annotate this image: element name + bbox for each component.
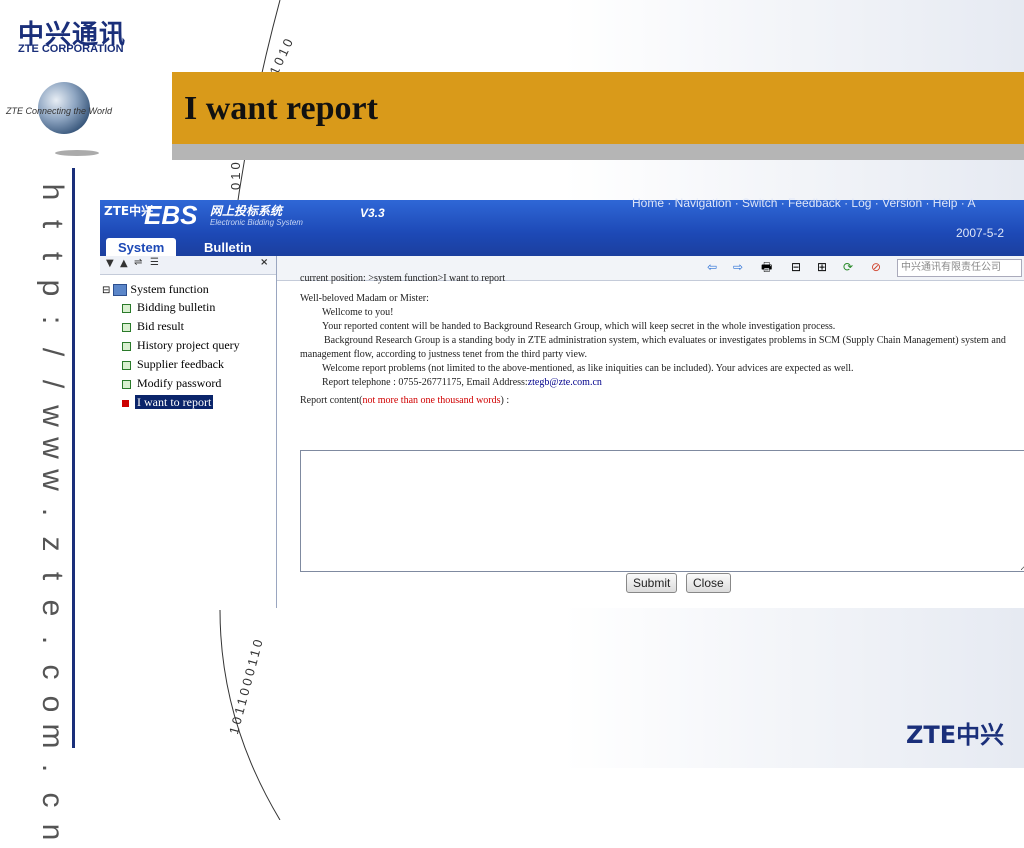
tree-item[interactable]: Bid result <box>122 319 184 334</box>
report-content-label: Report content(not more than one thousan… <box>300 395 510 406</box>
app-name: EBS <box>144 200 198 230</box>
app-header: ZTE中兴 EBS 网上投标系统 Electronic Bidding Syst… <box>100 196 1024 256</box>
url-char: : <box>36 315 69 325</box>
paragraph-5: Report telephone : 0755-26771175, Email … <box>300 376 1024 390</box>
tagline: ZTE Connecting the World <box>6 106 113 116</box>
email-link[interactable]: ztegb@zte.com.cn <box>528 377 602 388</box>
title-shadow <box>172 144 1024 160</box>
url-char: w <box>36 469 69 491</box>
slide-title: I want report <box>184 90 378 127</box>
url-char: z <box>36 536 69 552</box>
report-textarea[interactable] <box>300 450 1024 572</box>
paragraph-3: Background Research Group is a standing … <box>300 335 1006 360</box>
collapse-icon[interactable]: ⊟ <box>102 285 110 296</box>
paragraph-1: Wellcome to you! <box>322 307 394 318</box>
tree-item-label: I want to report <box>135 395 214 409</box>
url-char: w <box>36 405 69 427</box>
url-char: c <box>36 664 69 680</box>
url-char: t <box>36 219 69 229</box>
footer-logo: ZTE中兴 <box>906 721 1005 749</box>
report-content-area: current position: >system function>I wan… <box>300 272 1024 408</box>
list-icon[interactable]: ☰ <box>150 257 159 268</box>
app-name-cn: 网上投标系统 <box>210 204 283 218</box>
top-nav-links[interactable]: Home · Navigation · Switch · Feedback · … <box>632 196 975 210</box>
page-icon <box>122 341 131 351</box>
close-icon[interactable]: × <box>260 257 268 268</box>
tree-root[interactable]: ⊟ System function <box>102 282 209 297</box>
tree-item[interactable]: Bidding bulletin <box>122 300 215 315</box>
url-char: e <box>36 599 69 617</box>
current-position: current position: >system function>I wan… <box>300 273 506 284</box>
url-char: t <box>36 571 69 581</box>
paragraph-4: Welcome report problems (not limited to … <box>322 363 854 374</box>
url-char: p <box>36 279 69 297</box>
app-name-sub: Electronic Bidding System <box>210 218 303 227</box>
page-icon <box>122 379 131 389</box>
close-button[interactable]: Close <box>686 573 731 593</box>
tree-item[interactable]: History project query <box>122 338 240 353</box>
page-icon <box>122 360 131 370</box>
page-icon <box>122 303 131 313</box>
tree-root-label: System function <box>130 282 209 296</box>
binary-bottom: 1011000110 <box>226 635 267 736</box>
tree-item-label: History project query <box>137 338 240 352</box>
url-char: t <box>36 251 69 261</box>
tree-item-label: Supplier feedback <box>137 357 224 371</box>
url-char: m <box>36 723 69 749</box>
globe-shadow <box>55 150 99 156</box>
tree-item-label: Modify password <box>137 376 222 390</box>
url-char: . <box>36 507 69 517</box>
selected-page-icon <box>122 399 129 407</box>
header-date: 2007-5-2 <box>956 226 1005 240</box>
paragraph-2: Your reported content will be handed to … <box>322 321 836 332</box>
report-telephone: Report telephone : 0755-26771175, Email … <box>322 377 528 388</box>
submit-button[interactable]: Submit <box>626 573 678 593</box>
tree-icon[interactable]: ⇌ <box>134 257 142 268</box>
tree-item[interactable]: Supplier feedback <box>122 357 224 372</box>
page-icon <box>122 322 131 332</box>
folder-icon <box>113 284 128 297</box>
tab-system[interactable]: System <box>106 238 177 256</box>
zte-logo-en: ZTE CORPORATION <box>18 43 124 55</box>
url-char: / <box>36 347 69 357</box>
greeting: Well-beloved Madam or Mister: <box>300 293 429 304</box>
tree-item-label: Bidding bulletin <box>137 300 216 314</box>
vertical-url: h t t p: / / w w w. z t e. c o m. c n <box>36 176 76 841</box>
tree-item[interactable]: I want to report <box>122 395 214 410</box>
tree-item-label: Bid result <box>137 319 184 333</box>
url-char: c <box>36 792 69 808</box>
app-version: V3.3 <box>360 206 385 220</box>
tree-item[interactable]: Modify password <box>122 376 221 391</box>
url-char: h <box>36 183 69 201</box>
word-limit-note: not more than one thousand words <box>362 395 501 406</box>
ebs-app-window: ZTE中兴 EBS 网上投标系统 Electronic Bidding Syst… <box>100 196 1024 608</box>
tab-bulletin[interactable]: Bulletin <box>192 238 264 256</box>
url-char: . <box>36 635 69 645</box>
up-arrow-icon[interactable]: ▲ <box>120 258 128 269</box>
down-arrow-icon[interactable]: ▼ <box>106 258 114 269</box>
url-char: n <box>36 823 69 841</box>
url-char: w <box>36 437 69 459</box>
url-char: . <box>36 763 69 773</box>
url-char: / <box>36 379 69 389</box>
left-tree-pane: ▼ ▲ ⇌ ☰ × ⊟ System function Bidding bull… <box>100 256 277 608</box>
url-char: o <box>36 695 69 713</box>
left-toolbar: ▼ ▲ ⇌ ☰ × <box>100 256 276 275</box>
